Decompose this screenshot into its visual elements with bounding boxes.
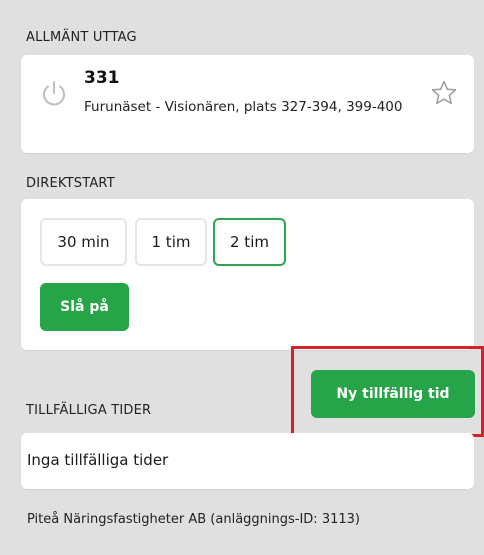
duration-1tim-button[interactable]: 1 tim <box>135 218 207 266</box>
star-icon[interactable] <box>430 79 458 107</box>
new-temporary-time-button[interactable]: Ny tillfällig tid <box>311 370 475 418</box>
temporary-section-label: TILLFÄLLIGA TIDER <box>26 403 152 418</box>
duration-2tim-button[interactable]: 2 tim <box>213 218 286 266</box>
duration-30min-button[interactable]: 30 min <box>40 218 127 266</box>
turn-on-button[interactable]: Slå på <box>40 283 129 331</box>
outlet-section-label: ALLMÄNT UTTAG <box>26 30 137 45</box>
outlet-card[interactable]: 331 Furunäset - Visionären, plats 327-39… <box>21 55 474 153</box>
direct-start-section-label: DIREKTSTART <box>26 176 115 191</box>
outlet-number: 331 <box>84 68 120 88</box>
temporary-times-card: Inga tillfälliga tider <box>21 433 474 489</box>
temporary-empty-text: Inga tillfälliga tider <box>27 451 169 469</box>
facility-footer: Piteå Näringsfastigheter AB (anläggnings… <box>27 512 360 527</box>
outlet-address: Furunäset - Visionären, plats 327-394, 3… <box>84 99 403 115</box>
direct-start-card: 30 min 1 tim 2 tim Slå på <box>21 199 474 350</box>
